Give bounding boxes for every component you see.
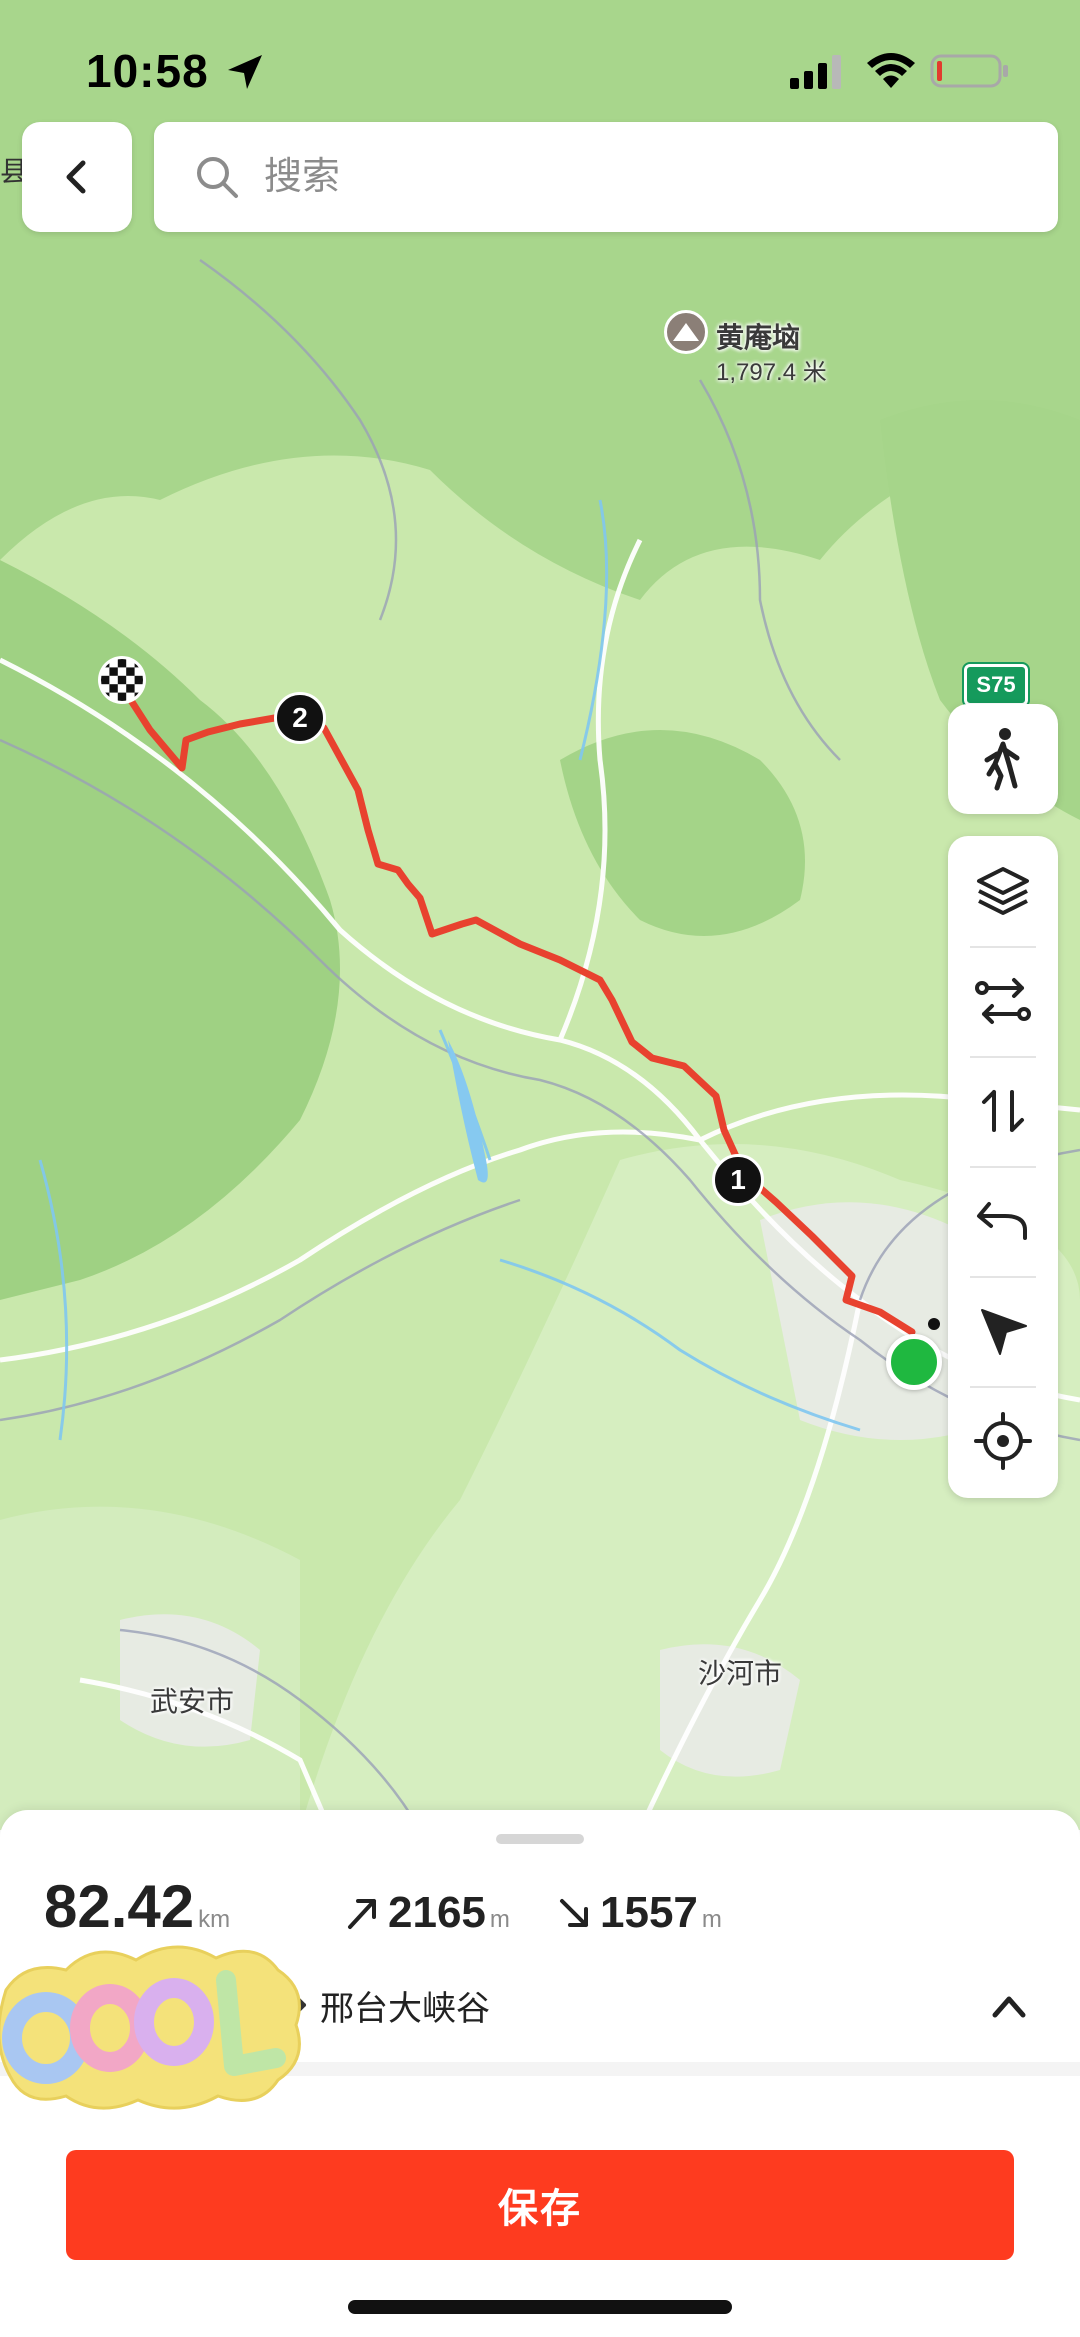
search-input[interactable] — [264, 146, 1024, 208]
city-label-shahe: 沙河市 — [698, 1658, 783, 1689]
navigate-button[interactable] — [948, 1276, 1058, 1386]
chevron-left-icon — [66, 160, 86, 194]
road-badge-s75: S75 — [964, 664, 1028, 706]
descent-value: 1557 — [600, 1888, 698, 1937]
wifi-icon — [867, 53, 915, 88]
waypoint-marker-2[interactable]: 2 — [274, 692, 326, 744]
descent-unit: m — [701, 1906, 722, 1933]
mountain-peak-icon — [664, 310, 708, 354]
peak-name-label: 黄庵垴 — [716, 322, 801, 353]
ascent-value: 2165 — [388, 1888, 486, 1937]
peak-elevation-label: 1,797.4 米 — [716, 359, 827, 386]
reverse-route-button[interactable] — [948, 1056, 1058, 1166]
home-indicator[interactable] — [348, 2300, 732, 2314]
arrow-down-right-icon — [560, 1899, 588, 1927]
navigate-icon — [981, 1309, 1027, 1355]
sheet-drag-handle[interactable] — [496, 1834, 584, 1844]
locate-button[interactable] — [948, 1386, 1058, 1496]
checkered-flag-icon[interactable] — [96, 654, 148, 706]
back-button[interactable] — [22, 122, 132, 232]
expand-sheet-button[interactable] — [984, 1982, 1034, 2032]
ascent-unit: m — [489, 1906, 510, 1933]
descent-stat: 1557 m — [556, 1888, 722, 1938]
save-button[interactable]: 保存 — [66, 2150, 1014, 2260]
map-toolbar — [948, 836, 1058, 1498]
waypoint-marker-1[interactable]: 1 — [712, 1154, 764, 1206]
layers-button[interactable] — [948, 836, 1058, 946]
battery-low-icon — [930, 54, 1008, 88]
cellular-signal-icon — [790, 55, 841, 89]
status-bar: 10:58 — [0, 0, 1080, 130]
arrow-up-right-icon — [348, 1899, 376, 1929]
route-swap-button[interactable] — [948, 946, 1058, 1056]
map-view[interactable]: 县 黄庵垴 1,797.4 米 S75 武安市 沙河市 2 1 — [0, 0, 1080, 1830]
route-destination-row[interactable]: 邢台大峡谷 — [276, 1978, 490, 2032]
status-time: 10:58 — [86, 45, 209, 97]
walk-mode-icon — [984, 728, 1020, 791]
cool-sticker — [0, 1945, 301, 2110]
distance-unit: km — [198, 1906, 231, 1933]
map-terrain — [0, 0, 1080, 1830]
destination-name: 邢台大峡谷 — [320, 1989, 490, 2028]
locate-icon — [974, 1412, 1032, 1470]
chevron-up-icon — [992, 1996, 1026, 2018]
reverse-icon — [982, 1090, 1024, 1132]
search-icon — [197, 157, 238, 198]
search-bar[interactable] — [154, 122, 1058, 232]
undo-icon — [977, 1202, 1027, 1240]
layers-icon — [977, 867, 1029, 915]
city-label-wuan: 武安市 — [150, 1686, 235, 1717]
walk-mode-button[interactable] — [948, 704, 1058, 814]
undo-button[interactable] — [948, 1166, 1058, 1276]
location-arrow-icon — [228, 55, 262, 89]
route-swap-icon — [975, 978, 1031, 1024]
start-point-marker[interactable] — [886, 1334, 942, 1390]
ascent-stat: 2165 m — [344, 1888, 510, 1938]
current-location-dot — [928, 1318, 940, 1330]
